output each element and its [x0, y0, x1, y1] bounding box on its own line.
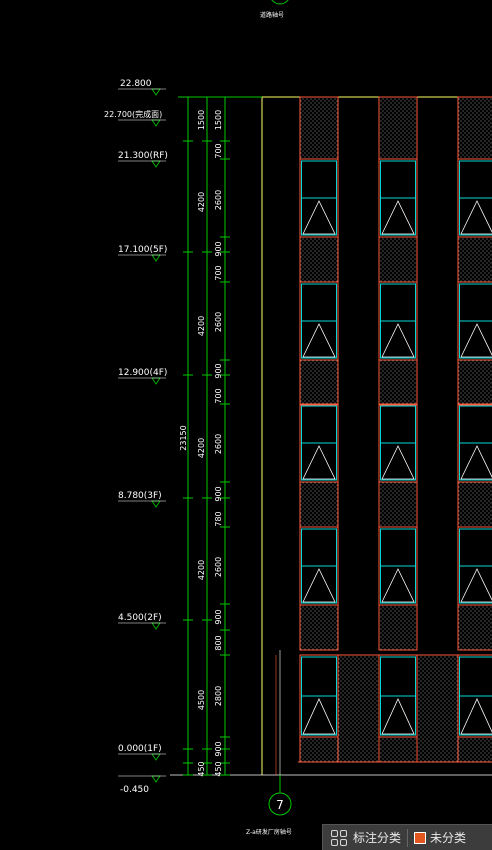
floor-dim-4: 4200 [197, 438, 206, 458]
detail-dim-5: 700 [214, 265, 223, 280]
ground-window [378, 654, 418, 738]
total-dimension-label: 23150 [179, 425, 188, 450]
detail-dim-7: 900 [214, 363, 223, 378]
bottom-axis-number: 7 [276, 798, 284, 812]
level-triangle [151, 500, 161, 508]
annotation-category-button[interactable]: 标注分类 [323, 825, 401, 850]
detail-dim-6: 2600 [214, 312, 223, 332]
ground-pier [416, 654, 459, 763]
ground-base-panel [457, 736, 492, 763]
spandrel-panel [457, 481, 492, 528]
floor-dim-6: 4500 [197, 690, 206, 710]
detail-dim-13: 900 [214, 609, 223, 624]
level-label-9: -0.450 [120, 785, 149, 795]
window-unit [457, 403, 492, 483]
detail-dim-12: 2600 [214, 557, 223, 577]
level-triangle [151, 622, 161, 630]
window-unit [457, 158, 492, 238]
detail-dim-4: 900 [214, 241, 223, 256]
spandrel-panel [378, 481, 418, 528]
window-unit [378, 526, 418, 606]
level-triangle [151, 160, 161, 168]
floor-dim-7: 450 [197, 761, 206, 776]
spandrel-panel [299, 359, 339, 406]
toolbar-divider [407, 828, 409, 847]
spandrel-panel [378, 359, 418, 406]
level-triangle [151, 119, 161, 127]
detail-dim-2: 700 [214, 143, 223, 158]
spandrel-panel [299, 604, 339, 651]
level-triangle [151, 254, 161, 262]
window-unit [378, 158, 418, 238]
level-label-3: 21.300(RF) [118, 151, 168, 161]
detail-dim-8: 700 [214, 388, 223, 403]
detail-dimensions: 1500 700 2600 900 700 2600 900 700 2600 … [214, 110, 223, 777]
spandrel-panel [299, 236, 339, 283]
detail-dim-14: 800 [214, 635, 223, 650]
window-unit [299, 403, 339, 483]
parapet-panel [457, 96, 492, 160]
uncategorized-label: 未分类 [430, 831, 467, 845]
floor-dim-2: 4200 [197, 192, 206, 212]
spandrel-panel [457, 359, 492, 406]
level-triangle [151, 753, 161, 761]
floor-dim-1: 1500 [197, 110, 206, 130]
bottom-axis-label: Z-a研发厂房轴号 [246, 828, 292, 836]
annotation-category-label: 标注分类 [353, 831, 402, 845]
window-unit [299, 281, 339, 361]
top-axis-label: 道路轴号 [260, 11, 284, 19]
window-unit [378, 281, 418, 361]
ground-window [299, 654, 339, 738]
detail-dim-10: 900 [214, 486, 223, 501]
spandrel-panel [457, 236, 492, 283]
parapet-panel [378, 96, 418, 160]
annotation-toolbar: 标注分类 未分类 [322, 824, 492, 850]
level-label-5: 12.900(4F) [118, 368, 167, 378]
color-swatch-icon [414, 831, 427, 844]
level-label-7: 4.500(2F) [118, 613, 162, 623]
spandrel-panel [378, 236, 418, 283]
facade-columns [298, 96, 492, 763]
level-label-2: 22.700(完成面) [104, 109, 162, 119]
detail-dim-17: 450 [214, 761, 223, 776]
ground-base-panel [299, 736, 339, 763]
level-label-1: 22.800 [120, 79, 152, 89]
detail-dim-1: 1500 [214, 110, 223, 130]
floor-dim-3: 4200 [197, 316, 206, 336]
grid-icon [331, 829, 347, 846]
window-unit [299, 526, 339, 606]
ground-pier [337, 654, 380, 763]
spandrel-panel [299, 481, 339, 528]
level-triangle [151, 775, 161, 783]
elevation-drawing[interactable]: 道路轴号 23150 1500 4200 4200 4200 4200 4500… [0, 0, 492, 850]
top-axis-bubble [271, 0, 289, 5]
level-label-4: 17.100(5F) [118, 245, 167, 255]
detail-dim-9: 2600 [214, 434, 223, 454]
window-unit [378, 403, 418, 483]
ground-window [457, 654, 492, 738]
level-label-6: 8.780(3F) [118, 491, 162, 501]
parapet-panel [299, 96, 339, 160]
detail-dim-15: 2800 [214, 686, 223, 706]
ground-base-panel [378, 736, 418, 763]
level-triangle [151, 377, 161, 385]
floor-dim-5: 4200 [197, 560, 206, 580]
level-label-8: 0.000(1F) [118, 744, 162, 754]
window-unit [457, 526, 492, 606]
window-unit [457, 281, 492, 361]
level-markers: 22.800 22.700(完成面) 21.300(RF) 17.100(5F)… [104, 79, 168, 795]
level-triangle [151, 88, 161, 96]
floor-dimensions: 1500 4200 4200 4200 4200 4500 450 [197, 110, 206, 777]
uncategorized-button[interactable]: 未分类 [414, 825, 466, 850]
spandrel-panel [378, 604, 418, 651]
detail-dim-11: 780 [214, 511, 223, 526]
spandrel-panel [457, 604, 492, 651]
detail-dim-16: 900 [214, 741, 223, 756]
window-unit [299, 158, 339, 238]
detail-dim-3: 2600 [214, 190, 223, 210]
